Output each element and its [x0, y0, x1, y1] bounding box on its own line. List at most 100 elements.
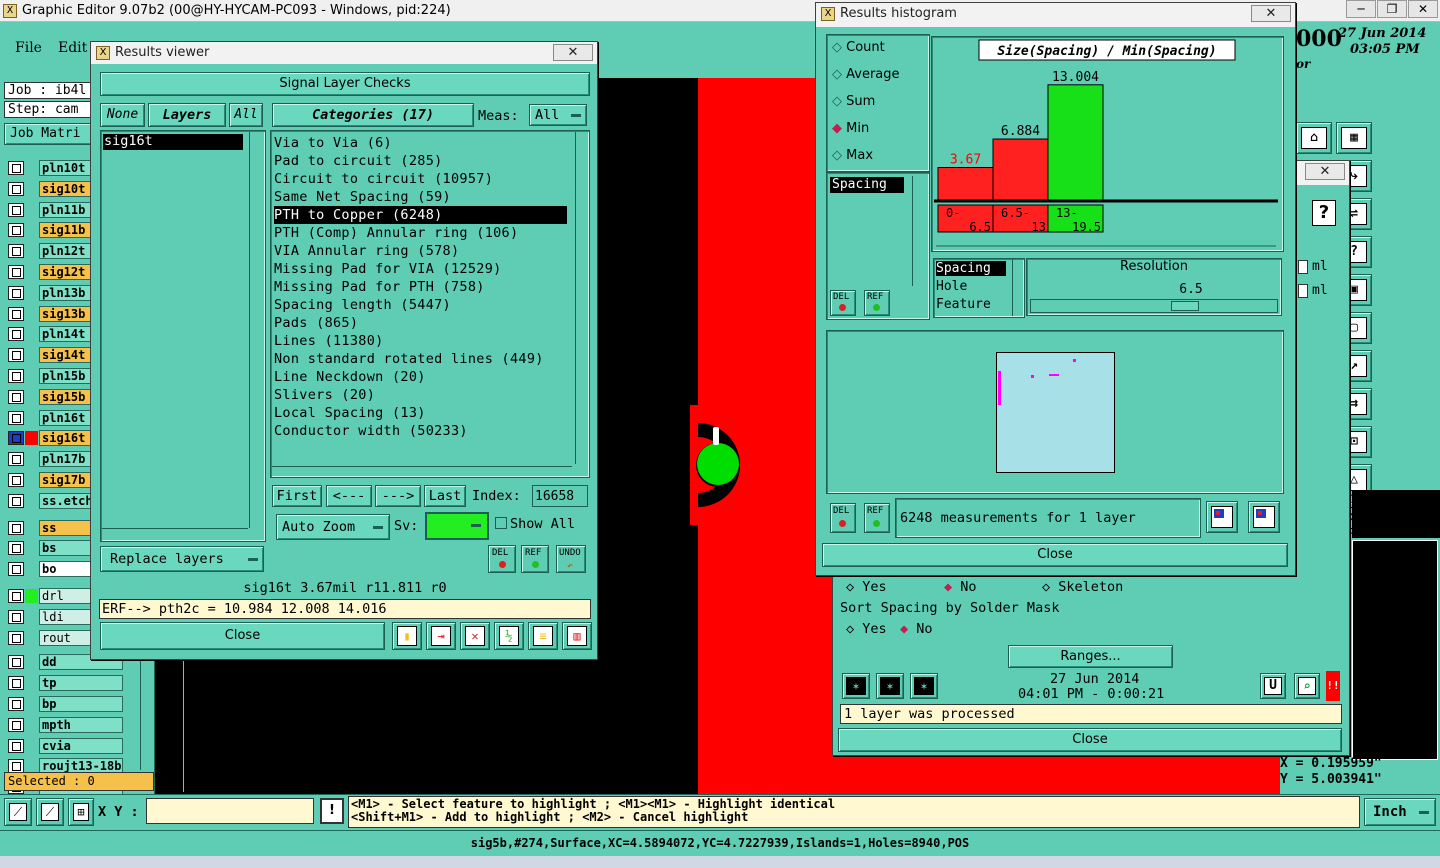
- menu-file[interactable]: File: [15, 40, 42, 56]
- category-item[interactable]: Missing Pad for PTH (758): [274, 278, 567, 296]
- option-skeleton[interactable]: ◇ Skeleton: [1042, 579, 1123, 595]
- preview-box[interactable]: [996, 352, 1115, 473]
- viewer-close-button[interactable]: Close: [100, 622, 385, 650]
- measure-icon[interactable]: ⟋: [36, 798, 64, 826]
- none-button[interactable]: None: [100, 103, 145, 127]
- categories-scrollbar[interactable]: [575, 132, 588, 464]
- export-icon-2[interactable]: [1248, 501, 1280, 533]
- layers-hscrollbar[interactable]: [102, 528, 248, 540]
- next-button[interactable]: --->: [375, 485, 421, 507]
- layer-checkbox[interactable]: [8, 285, 24, 300]
- snap-icon[interactable]: ⟋: [4, 798, 32, 826]
- layer-checkbox[interactable]: [8, 181, 24, 196]
- meas-dropdown[interactable]: All: [529, 104, 587, 126]
- layer-checkbox[interactable]: [8, 389, 24, 404]
- layer-list-item[interactable]: sig16t: [103, 134, 243, 150]
- layer-checkbox[interactable]: [8, 717, 24, 732]
- viewer-tool-button[interactable]: ⇥: [426, 622, 456, 650]
- histogram-close-button[interactable]: Close: [822, 543, 1288, 567]
- layer-checkbox[interactable]: [8, 431, 24, 446]
- histogram-del-button[interactable]: DEL: [830, 290, 856, 316]
- category-item[interactable]: Slivers (20): [274, 386, 567, 404]
- layer-checkbox[interactable]: [8, 562, 24, 577]
- layer-checkbox[interactable]: [8, 738, 24, 753]
- menu-edit[interactable]: Edit: [58, 40, 87, 56]
- layer-checkbox[interactable]: [8, 306, 24, 321]
- category-item[interactable]: Pad to circuit (285): [274, 152, 567, 170]
- resolution-slider[interactable]: [1030, 299, 1278, 313]
- layer-checkbox[interactable]: [8, 520, 24, 535]
- category-item[interactable]: PTH to Copper (6248): [274, 206, 567, 224]
- auto-zoom-dropdown[interactable]: Auto Zoom: [276, 514, 390, 540]
- viewer-undo-button[interactable]: UNDO ↶: [556, 545, 586, 573]
- viewer-tool-button[interactable]: ▮: [392, 622, 422, 650]
- ml-checkbox-1[interactable]: [1298, 260, 1308, 274]
- category-item[interactable]: Same Net Spacing (59): [274, 188, 567, 206]
- category-item[interactable]: PTH (Comp) Annular ring (106): [274, 224, 567, 242]
- pth-feature[interactable]: [690, 405, 780, 525]
- run-icon-3[interactable]: ✶: [910, 673, 938, 699]
- histogram-ref-button[interactable]: REF: [864, 290, 890, 316]
- layer-checkbox[interactable]: [8, 630, 24, 645]
- help-icon[interactable]: ?: [1312, 200, 1336, 226]
- layer-checkbox[interactable]: [8, 452, 24, 467]
- sort-list-item[interactable]: Spacing: [936, 261, 1006, 276]
- alert-icon[interactable]: !!: [1326, 671, 1340, 701]
- category-item[interactable]: Non standard rotated lines (449): [274, 350, 567, 368]
- stat-option[interactable]: ◇ Average: [832, 67, 900, 82]
- replace-layers-dropdown[interactable]: Replace layers: [100, 546, 264, 572]
- viewer-del-button[interactable]: DEL: [488, 545, 516, 573]
- resolution-slider-thumb[interactable]: [1171, 301, 1199, 311]
- layer-checkbox[interactable]: [8, 161, 24, 175]
- close-icon[interactable]: ✕: [1251, 5, 1291, 22]
- histogram-list-item[interactable]: Spacing: [830, 177, 904, 193]
- close-icon[interactable]: ✕: [1305, 163, 1345, 180]
- export-icon-1[interactable]: [1206, 501, 1238, 533]
- category-item[interactable]: Lines (11380): [274, 332, 567, 350]
- layer-checkbox[interactable]: [8, 609, 24, 624]
- histogram-list-scrollbar[interactable]: [912, 176, 924, 286]
- layer-checkbox[interactable]: [8, 348, 24, 363]
- layer-row[interactable]: mpth: [8, 716, 123, 733]
- viewer-tool-button[interactable]: ≡: [528, 622, 558, 650]
- run-icon-2[interactable]: ✶: [876, 673, 904, 699]
- category-item[interactable]: Conductor width (50233): [274, 422, 567, 440]
- option-no-1[interactable]: ◆ No: [944, 579, 977, 595]
- restore-icon[interactable]: ❐: [1377, 0, 1407, 18]
- viewer-tool-button[interactable]: ½: [494, 622, 524, 650]
- run-icon-1[interactable]: ✶: [842, 673, 870, 699]
- category-item[interactable]: Missing Pad for VIA (12529): [274, 260, 567, 278]
- u-icon[interactable]: U: [1260, 673, 1286, 699]
- first-button[interactable]: First: [272, 485, 322, 507]
- layer-checkbox[interactable]: [8, 265, 24, 279]
- layer-checkbox[interactable]: [8, 244, 24, 259]
- all-button[interactable]: All: [229, 103, 263, 127]
- viewer-tool-button[interactable]: ▥: [562, 622, 592, 650]
- layer-checkbox[interactable]: [8, 369, 24, 383]
- sort-list-item[interactable]: Hole: [936, 279, 1006, 294]
- layers-scrollbar[interactable]: [249, 132, 263, 528]
- category-item[interactable]: Pads (865): [274, 314, 567, 332]
- tool-button[interactable]: ▦: [1336, 122, 1372, 154]
- stat-option[interactable]: ◇ Count: [832, 40, 885, 55]
- last-button[interactable]: Last: [424, 485, 466, 507]
- stat-option[interactable]: ◇ Sum: [832, 94, 875, 109]
- layer-checkbox[interactable]: [8, 589, 24, 603]
- category-item[interactable]: VIA Annular ring (578): [274, 242, 567, 260]
- category-item[interactable]: Circuit to circuit (10957): [274, 170, 567, 188]
- sort-list-item[interactable]: Feature: [936, 297, 1006, 312]
- layer-row[interactable]: bp: [8, 696, 123, 712]
- preview-del-button[interactable]: DEL: [830, 503, 856, 533]
- layer-checkbox[interactable]: [8, 676, 24, 691]
- index-field[interactable]: [532, 485, 588, 507]
- sv-color-dropdown[interactable]: [425, 512, 489, 540]
- category-item[interactable]: Local Spacing (13): [274, 404, 567, 422]
- layer-checkbox[interactable]: [8, 655, 24, 670]
- layer-checkbox[interactable]: [8, 327, 24, 342]
- prev-button[interactable]: <---: [326, 485, 372, 507]
- process-close-button[interactable]: Close: [838, 728, 1342, 752]
- category-item[interactable]: Spacing length (5447): [274, 296, 567, 314]
- layer-checkbox[interactable]: [8, 223, 24, 238]
- job-matrix-button[interactable]: Job Matri: [4, 123, 92, 145]
- layers-tab[interactable]: Layers: [148, 103, 226, 127]
